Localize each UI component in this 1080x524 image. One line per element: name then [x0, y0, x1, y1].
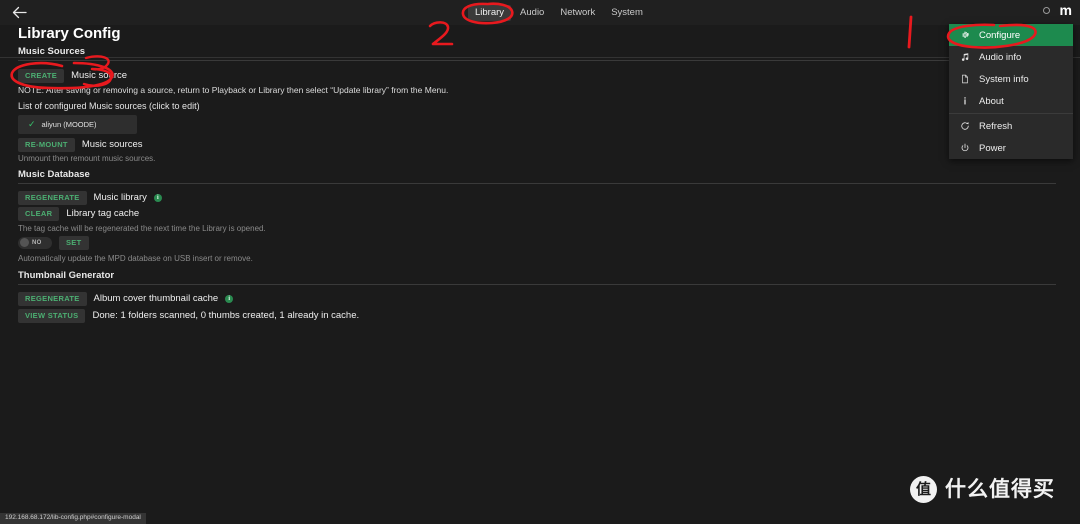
menu-item-label: Refresh	[979, 120, 1013, 132]
view-status-row: VIEW STATUS Done: 1 folders scanned, 0 t…	[18, 309, 359, 323]
regenerate-thumbs-row: REGENERATE Album cover thumbnail cache i	[18, 292, 234, 306]
regenerate-thumbs-button[interactable]: REGENERATE	[18, 292, 87, 306]
thumbnail-generator-heading: Thumbnail Generator	[18, 270, 115, 281]
menu-item-system-info[interactable]: System info	[949, 68, 1073, 90]
tab-network[interactable]: Network	[553, 5, 602, 21]
configured-sources-list: ✓ aliyun (MOODE)	[18, 114, 137, 134]
create-music-source-row: CREATE Music source	[18, 69, 127, 83]
watermark-text: 什么值得买	[945, 478, 1055, 501]
menu-item-configure[interactable]: Configure	[949, 24, 1073, 46]
regenerate-thumbs-label: Album cover thumbnail cache	[93, 293, 219, 305]
menu-separator	[949, 113, 1073, 114]
refresh-icon	[959, 121, 970, 131]
watermark: 值 什么值得买	[910, 476, 1055, 503]
top-right-controls: m	[1042, 3, 1072, 17]
main-dropdown-menu: Configure Audio info System info About R…	[949, 24, 1073, 159]
status-bar-url: 192.168.68.172/lib-config.php#configure-…	[0, 512, 146, 524]
back-arrow-icon[interactable]	[8, 3, 30, 21]
gear-icon	[959, 30, 970, 40]
remount-help: Unmount then remount music sources.	[18, 154, 156, 163]
create-button-label: Music source	[71, 70, 128, 82]
loading-circle-icon	[1042, 6, 1050, 14]
source-name: aliyun (MOODE)	[41, 120, 97, 129]
tab-system[interactable]: System	[604, 5, 650, 21]
annotation-marker-2	[428, 21, 454, 46]
info-icon	[959, 96, 970, 106]
usb-autoupdate-toggle[interactable]: NO	[18, 236, 52, 249]
music-database-section: Music Database	[18, 169, 1068, 184]
document-icon	[959, 74, 970, 84]
toggle-knob	[20, 238, 29, 248]
info-badge-icon[interactable]: i	[153, 193, 162, 202]
music-sources-heading: Music Sources	[18, 46, 86, 57]
remount-row: RE-MOUNT Music sources	[18, 138, 143, 152]
clear-help: The tag cache will be regenerated the ne…	[18, 224, 266, 233]
moode-logo[interactable]: m	[1060, 3, 1072, 17]
power-icon	[959, 143, 970, 153]
remount-label: Music sources	[81, 139, 143, 151]
view-status-button[interactable]: VIEW STATUS	[18, 309, 86, 323]
thumbnail-generator-rule	[18, 284, 1056, 285]
regenerate-library-label: Music library	[93, 192, 147, 204]
page-title: Library Config	[18, 25, 121, 42]
set-button[interactable]: SET	[59, 236, 89, 250]
music-sources-note: NOTE: After saving or removing a source,…	[18, 85, 449, 95]
menu-item-label: Audio info	[979, 51, 1022, 63]
clear-button-label: Library tag cache	[66, 208, 140, 220]
remount-button[interactable]: RE-MOUNT	[18, 138, 75, 152]
menu-item-about[interactable]: About	[949, 90, 1073, 112]
tab-library[interactable]: Library	[468, 5, 512, 21]
tab-audio[interactable]: Audio	[513, 5, 551, 21]
regenerate-library-button[interactable]: REGENERATE	[18, 191, 87, 205]
thumbnail-status-text: Done: 1 folders scanned, 0 thumbs create…	[92, 310, 360, 322]
create-button[interactable]: CREATE	[18, 69, 65, 83]
menu-item-label: Power	[979, 142, 1006, 154]
thumbnail-generator-section: Thumbnail Generator	[18, 270, 1068, 285]
toggle-value: NO	[32, 239, 42, 246]
menu-item-label: System info	[979, 73, 1029, 85]
watermark-logo-icon: 值	[910, 476, 937, 503]
menu-item-label: About	[979, 95, 1004, 107]
menu-item-label: Configure	[979, 29, 1021, 41]
regenerate-library-row: REGENERATE Music library i	[18, 191, 162, 205]
music-database-heading: Music Database	[18, 169, 90, 180]
list-item[interactable]: ✓ aliyun (MOODE)	[18, 115, 137, 134]
music-note-icon	[959, 52, 970, 62]
clear-button[interactable]: CLEAR	[18, 207, 60, 221]
info-badge-icon[interactable]: i	[225, 294, 234, 303]
menu-item-refresh[interactable]: Refresh	[949, 115, 1073, 137]
menu-item-audio-info[interactable]: Audio info	[949, 46, 1073, 68]
music-database-rule	[18, 183, 1056, 184]
app-window: Library Audio Network System m Library C…	[0, 0, 1080, 524]
config-tabs: Library Audio Network System	[468, 5, 650, 21]
top-bar: Library Audio Network System m	[0, 0, 1080, 25]
usb-autoupdate-row: NO SET	[18, 236, 89, 250]
clear-tag-cache-row: CLEAR Library tag cache	[18, 207, 139, 221]
usb-autoupdate-help: Automatically update the MPD database on…	[18, 254, 253, 263]
configured-sources-label: List of configured Music sources (click …	[18, 101, 200, 111]
menu-item-power[interactable]: Power	[949, 137, 1073, 159]
check-icon: ✓	[28, 119, 36, 129]
music-sources-section: Music Sources	[18, 46, 1068, 61]
music-sources-rule	[18, 60, 1056, 61]
